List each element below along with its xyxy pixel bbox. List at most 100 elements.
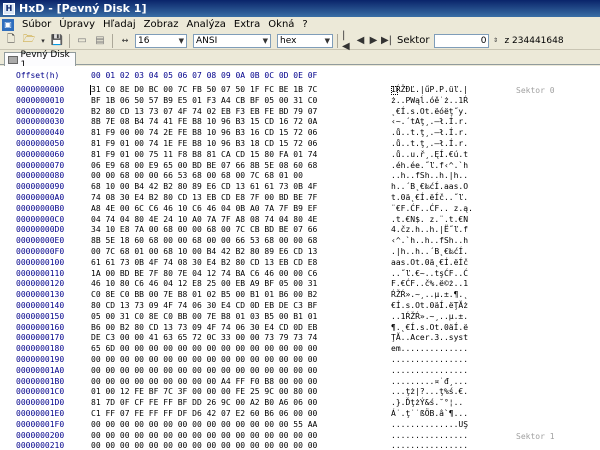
row-hex-bytes[interactable]: 06 E9 68 00 E9 65 00 BD BE 07 66 8B 5E 0… [91,161,391,172]
row-hex-bytes[interactable]: 04 74 04 80 4E 24 10 A0 7A 7F A8 08 74 0… [91,215,391,226]
hex-row[interactable]: 0000000110 1A 00 BD BE 7F 80 7E 04 12 74 … [16,269,501,280]
row-text[interactable]: h..´B˛€‰ćÍ.aas.O [391,182,501,193]
hex-row[interactable]: 0000000200 00 00 00 00 00 00 00 00 00 00 … [16,431,501,442]
hex-row[interactable]: 00000001C0 01 00 12 FE BF 7C 3F 00 00 00 … [16,387,501,398]
hex-row[interactable]: 0000000090 68 10 00 B4 42 B2 80 89 E6 CD … [16,182,501,193]
row-hex-bytes[interactable]: B2 80 CD 13 73 07 4F 74 02 EB F3 EB FE B… [91,107,391,118]
row-hex-bytes[interactable]: C0 8E C0 BB 00 7E B8 01 02 B5 00 B1 01 B… [91,290,391,301]
row-hex-bytes[interactable]: 81 F9 00 00 74 2E FE B8 10 96 B3 16 CD 1… [91,128,391,139]
row-hex-bytes[interactable]: 81 F9 01 00 75 11 F8 B8 81 CA CD 15 80 F… [91,150,391,161]
hex-row[interactable]: 0000000180 65 6D 00 00 00 00 00 00 00 00 … [16,344,501,355]
next-sector-icon[interactable]: ▶ [368,33,379,48]
row-text[interactable]: ŢĂ..Acer.3..syst [391,333,501,344]
row-hex-bytes[interactable]: 00 00 68 00 00 66 53 68 00 68 00 7C 68 0… [91,171,391,182]
row-text[interactable]: ................ [391,355,501,366]
row-text[interactable]: ˛€Í.s.Ot.ëóëţ˝y. [391,107,501,118]
hex-row[interactable]: 00000000B0 A8 4E 00 6C C6 46 10 C6 46 04 … [16,204,501,215]
row-hex-bytes[interactable]: 81 F9 01 00 74 1E FE B8 10 96 B3 18 CD 1… [91,139,391,150]
row-hex-bytes[interactable]: 74 08 30 E4 B2 80 CD 13 EB CD E8 7F 00 B… [91,193,391,204]
row-text[interactable]: .ů..t.ţ¸.–ł.Í.r. [391,128,501,139]
row-hex-bytes[interactable]: 01 00 12 FE BF 7C 3F 00 00 00 FE 25 9C 0… [91,387,391,398]
row-hex-bytes[interactable]: 00 00 00 00 00 00 00 00 00 A4 FF F0 B8 0… [91,377,391,388]
hex-row[interactable]: 00000001A0 00 00 00 00 00 00 00 00 00 00 … [16,366,501,377]
row-text[interactable]: ..h..fSh..h.|h.. [391,171,501,182]
sector-spinner-icon[interactable]: ⇕ [491,33,499,48]
hex-row[interactable]: 0000000170 DE C3 00 00 41 63 65 72 0C 33 … [16,333,501,344]
row-text[interactable]: Á˙.ţ˙˙ßÖB.â`¶... [391,409,501,420]
hex-row[interactable]: 00000000D0 34 10 E8 7A 00 68 00 00 68 00 … [16,225,501,236]
hex-row[interactable]: 00000000E0 8B 5E 18 60 68 00 00 68 00 00 … [16,236,501,247]
new-file-icon[interactable]: 🗋 [3,33,19,48]
row-hex-bytes[interactable]: 00 00 00 00 00 00 00 00 00 00 00 00 00 0… [91,441,391,450]
hex-row[interactable]: 00000001F0 00 00 00 00 00 00 00 00 00 00 … [16,420,501,431]
hex-row[interactable]: 0000000060 81 F9 01 00 75 11 F8 B8 81 CA … [16,150,501,161]
row-hex-bytes[interactable]: 00 00 00 00 00 00 00 00 00 00 00 00 00 0… [91,420,391,431]
menu-okna[interactable]: Okná [264,19,298,30]
previous-sector-icon[interactable]: ◀ [355,33,366,48]
row-text[interactable]: 1ŔŽĐĽ.|űP.P.üľ.| [391,85,501,96]
hex-row[interactable]: 00000001D0 81 7D 0F CF FE FF BF DD 26 9C … [16,398,501,409]
row-text[interactable]: F.€ĆF..č%.ë©ż..1 [391,279,501,290]
row-hex-bytes[interactable]: 80 CD 13 73 09 4F 74 06 30 E4 CD 0D EB D… [91,301,391,312]
hex-row[interactable]: 00000000F0 00 7C 68 01 00 68 10 00 B4 42 … [16,247,501,258]
row-text[interactable]: ¶.˛€Í.s.Ot.0äÍ.ë [391,323,501,334]
menu-upravy[interactable]: Úpravy [55,19,99,30]
row-text[interactable]: ................ [391,441,501,450]
row-text[interactable]: em.............. [391,344,501,355]
menu-help[interactable]: ? [298,19,311,30]
row-text[interactable]: .}.ĎţżÝ&ś.˘°¦.. [391,398,501,409]
row-text[interactable]: 4.čz.h..h.|Ë˝ľ.f [391,225,501,236]
document-menu-icon[interactable]: ▣ [2,18,14,31]
row-hex-bytes[interactable]: B6 00 B2 80 CD 13 73 09 4F 74 06 30 E4 C… [91,323,391,334]
tab-pevny-disk-1[interactable]: Pevný Disk 1 [4,50,76,70]
row-text[interactable]: .éh.ée.˝ľ.f‹^.`h [391,161,501,172]
row-hex-bytes[interactable]: 1A 00 BD BE 7F 80 7E 04 12 74 BA C6 46 0… [91,269,391,280]
row-text[interactable]: ż..PWąĺ.óě˙ż..1Ŕ [391,96,501,107]
row-hex-bytes[interactable]: 31 C0 8E D0 BC 00 7C FB 50 07 50 1F FC B… [91,85,391,96]
row-hex-bytes[interactable]: 34 10 E8 7A 00 68 00 00 68 00 7C CB BD B… [91,225,391,236]
hex-row[interactable]: 0000000160 B6 00 B2 80 CD 13 73 09 4F 74 … [16,323,501,334]
charset-select[interactable]: ANSI ▼ [193,33,271,48]
bytes-per-row-select[interactable]: 16 ▼ [135,33,187,48]
row-text[interactable]: ...ţż|?...ţ%ś.€. [391,387,501,398]
row-text[interactable]: ‹~.´tAţ¸.–ł.Í.r. [391,117,501,128]
row-text[interactable]: ..............UŞ [391,420,501,431]
row-hex-bytes[interactable]: 8B 5E 18 60 68 00 00 68 00 00 66 53 68 0… [91,236,391,247]
row-text[interactable]: €Í.s.Ot.0äÍ.ëŢĂż [391,301,501,312]
row-text[interactable]: .|h..h..´B˛€‰ćÍ. [391,247,501,258]
hex-editor-pane[interactable]: Offset(h) 00 01 02 03 04 05 06 07 08 09 … [0,66,600,450]
row-text[interactable]: t.0ä˛€Í.ëÍč..˝ľ. [391,193,501,204]
row-hex-bytes[interactable]: 00 00 00 00 00 00 00 00 00 00 00 00 00 0… [91,366,391,377]
hex-row[interactable]: 0000000070 06 E9 68 00 E9 65 00 BD BE 07 … [16,161,501,172]
row-hex-bytes[interactable]: 61 61 73 0B 4F 74 08 30 E4 B2 80 CD 13 E… [91,258,391,269]
row-text[interactable]: .ů..u.ř¸.ĘÍ.€ú.t [391,150,501,161]
last-sector-icon[interactable]: ▶| [381,33,392,48]
row-hex-bytes[interactable]: 00 7C 68 01 00 68 10 00 B4 42 B2 80 89 E… [91,247,391,258]
row-hex-bytes[interactable]: 8B 7E 08 B4 74 41 FE B8 10 96 B3 15 CD 1… [91,117,391,128]
hex-row[interactable]: 0000000020 B2 80 CD 13 73 07 4F 74 02 EB … [16,107,501,118]
row-hex-bytes[interactable]: 68 10 00 B4 42 B2 80 89 E6 CD 13 61 61 7… [91,182,391,193]
row-hex-bytes[interactable]: 05 00 31 C0 8E C0 BB 00 7E B8 01 03 B5 0… [91,312,391,323]
row-text[interactable]: ¨€F.ĆF..ĆF.. z.ą. [391,204,501,215]
hex-row[interactable]: 0000000210 00 00 00 00 00 00 00 00 00 00 … [16,441,501,450]
offset-base-select[interactable]: hex ▼ [277,33,333,48]
menu-extra[interactable]: Extra [230,19,264,30]
menu-zobraz[interactable]: Zobraz [140,19,183,30]
row-text[interactable]: ................ [391,431,501,442]
row-hex-bytes[interactable]: 00 00 00 00 00 00 00 00 00 00 00 00 00 0… [91,355,391,366]
hex-row[interactable]: 0000000040 81 F9 00 00 74 2E FE B8 10 96 … [16,128,501,139]
sector-input[interactable]: 0 [434,33,490,48]
hex-row[interactable]: 0000000150 05 00 31 C0 8E C0 BB 00 7E B8 … [16,312,501,323]
row-text[interactable]: .t.€N$. z.¨.t.€N [391,215,501,226]
row-text[interactable]: ..1ŔŽŔ».~¸..µ.±. [391,312,501,323]
row-text[interactable]: ŔŽŔ».~¸..µ.±.¶.˛ [391,290,501,301]
hex-row[interactable]: 00000001E0 C1 FF 07 FE FF FF DF D6 42 07 … [16,409,501,420]
hex-row[interactable]: 00000000A0 74 08 30 E4 B2 80 CD 13 EB CD … [16,193,501,204]
row-text[interactable]: .ů..t.ţ¸.–ł.Í.r. [391,139,501,150]
row-text[interactable]: aas.Ot.0ä˛€Í.ëÍč [391,258,501,269]
hex-row[interactable]: 0000000190 00 00 00 00 00 00 00 00 00 00 … [16,355,501,366]
save-icon[interactable]: 💾 [49,33,65,48]
hex-row[interactable]: 0000000140 80 CD 13 73 09 4F 74 06 30 E4 … [16,301,501,312]
hex-row[interactable]: 00000001B0 00 00 00 00 00 00 00 00 00 A4 … [16,377,501,388]
open-folder-icon[interactable]: 🗁 [21,33,37,48]
